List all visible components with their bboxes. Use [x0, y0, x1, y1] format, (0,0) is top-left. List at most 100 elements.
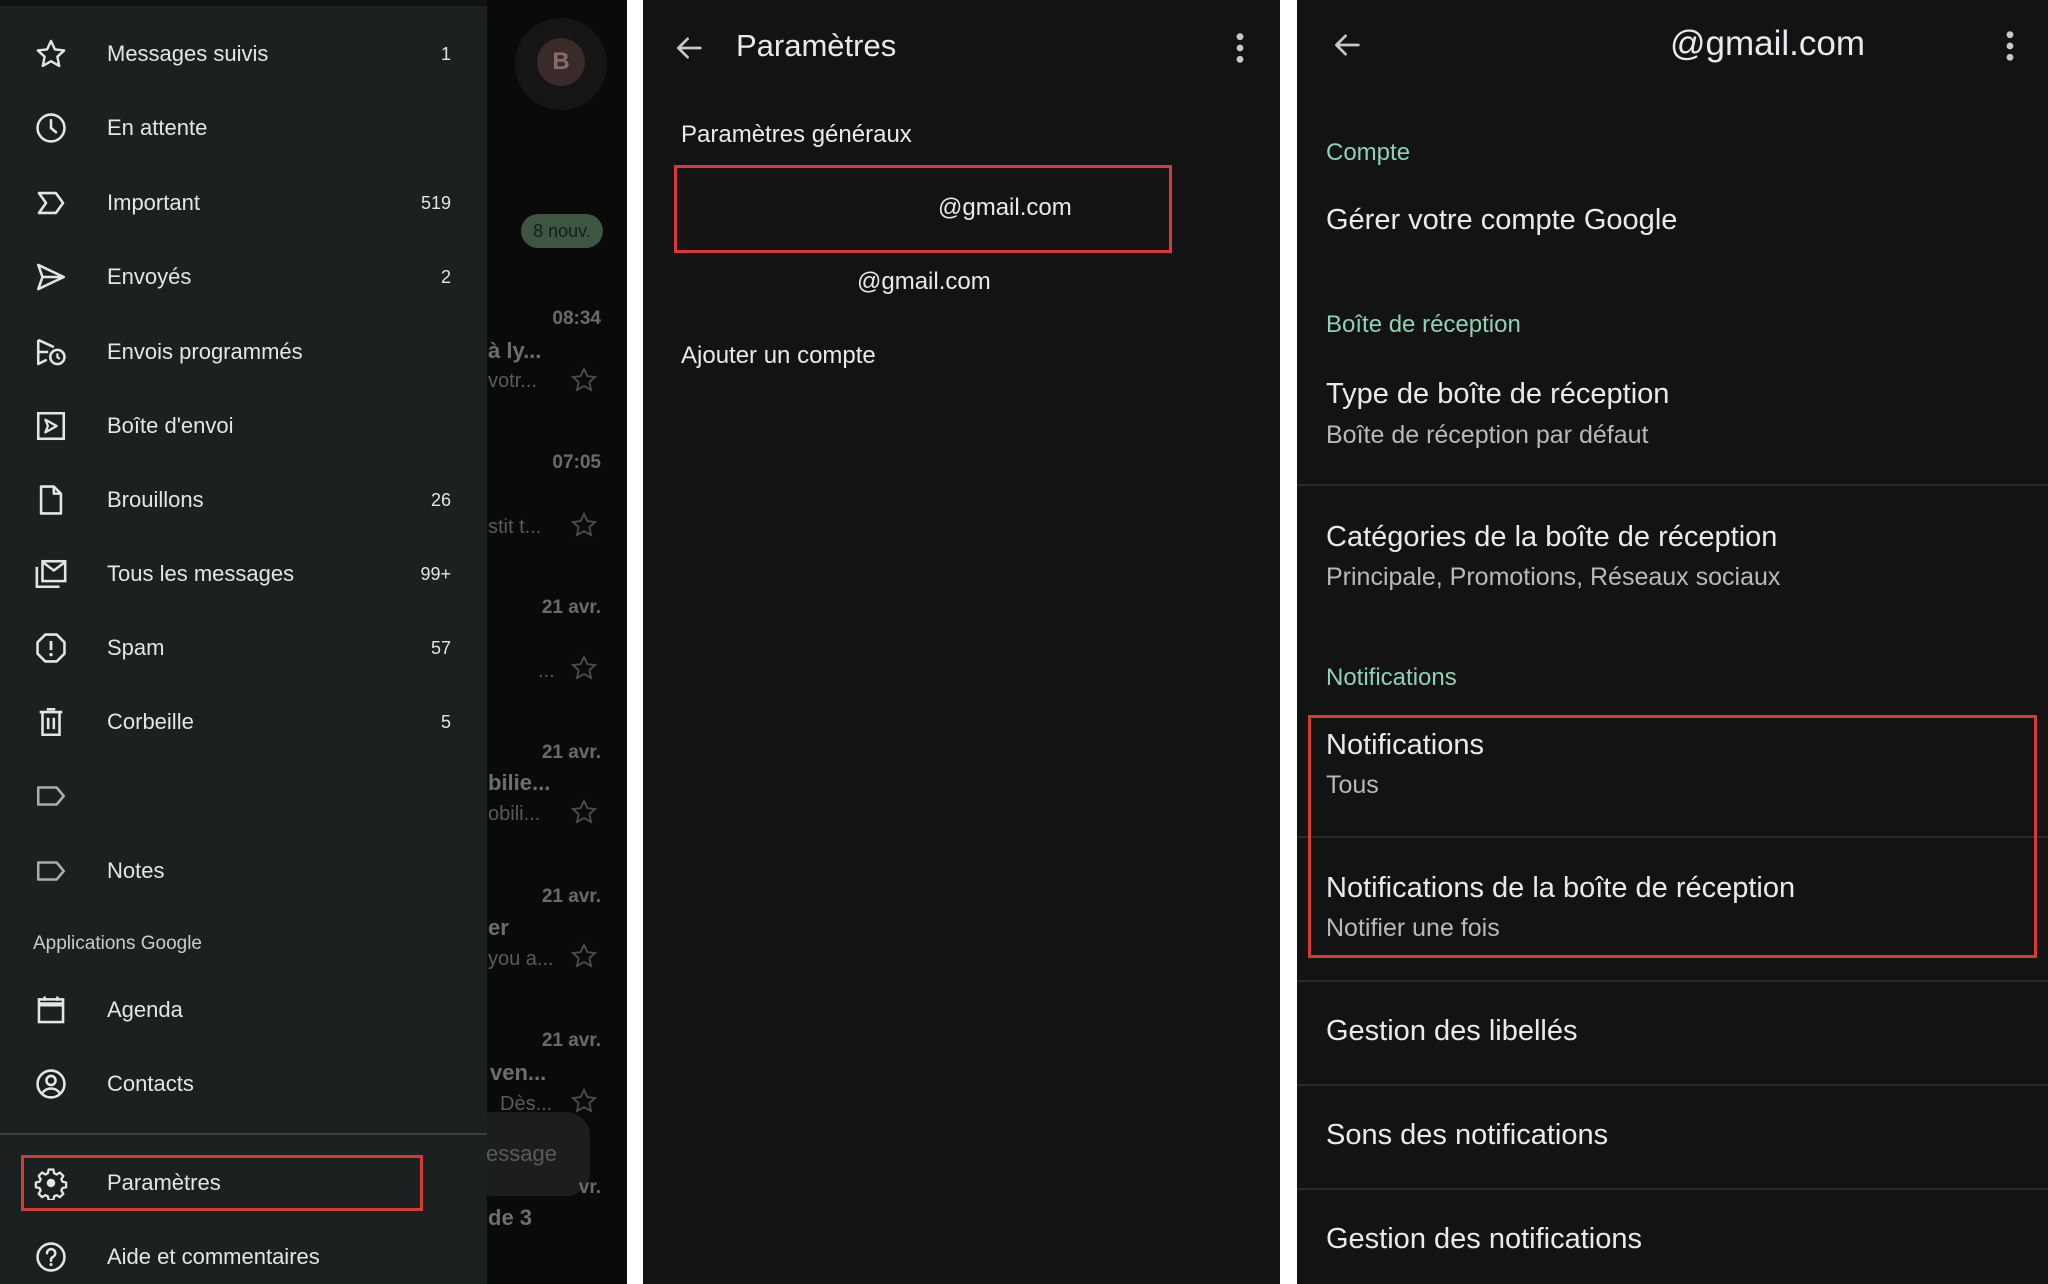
send-icon — [34, 260, 68, 294]
nav-item-sent[interactable]: Envoyés 2 — [0, 246, 487, 308]
email-time: 21 avr. — [541, 886, 601, 907]
more-options-icon[interactable] — [2005, 29, 2015, 63]
settings-screen: Paramètres Paramètres généraux @gmail.co… — [643, 0, 1280, 1284]
manage-google-account-item[interactable]: Gérer votre compte Google — [1326, 204, 1677, 237]
email-time: vr. — [578, 1177, 601, 1198]
star-icon[interactable] — [570, 1087, 598, 1115]
email-subject: de 3 — [488, 1205, 533, 1230]
compose-button[interactable]: essage — [470, 1112, 590, 1196]
spam-icon — [34, 631, 68, 665]
nav-label: Important — [107, 190, 200, 215]
status-bar — [0, 0, 487, 6]
label-management-item[interactable]: Gestion des libellés — [1326, 1015, 1577, 1048]
nav-item-drafts[interactable]: Brouillons 26 — [0, 469, 487, 531]
section-inbox: Boîte de réception — [1326, 311, 1521, 338]
email-time: 21 avr. — [541, 1030, 601, 1051]
inbox-backdrop[interactable] — [487, 0, 627, 1284]
navigation-drawer: Messages suivis 1 En attente Important 5… — [0, 0, 487, 1284]
nav-label: Agenda — [107, 997, 183, 1022]
setting-value: Principale, Promotions, Réseaux sociaux — [1326, 563, 1781, 591]
nav-item-help[interactable]: Aide et commentaires — [0, 1226, 487, 1284]
nav-count: 1 — [440, 43, 451, 64]
nav-item-spam[interactable]: Spam 57 — [0, 617, 487, 679]
account-settings-screen: @gmail.com Compte Gérer votre compte Goo… — [1297, 0, 2048, 1284]
nav-item-important[interactable]: Important 519 — [0, 172, 487, 234]
star-icon[interactable] — [570, 654, 598, 682]
nav-count: 99+ — [420, 563, 451, 584]
apps-section-heading: Applications Google — [33, 933, 202, 954]
nav-label: Aide et commentaires — [107, 1244, 320, 1269]
nav-item-trash[interactable]: Corbeille 5 — [0, 691, 487, 753]
nav-item-label[interactable] — [0, 765, 487, 827]
setting-title: Type de boîte de réception — [1326, 378, 1670, 410]
nav-item-scheduled[interactable]: Envois programmés — [0, 321, 487, 383]
email-time: 08:34 — [552, 308, 601, 329]
more-options-icon[interactable] — [1235, 31, 1245, 65]
nav-item-notes[interactable]: Notes — [0, 840, 487, 902]
divider — [1297, 484, 2048, 486]
page-title: Paramètres — [736, 28, 897, 63]
nav-label: Boîte d'envoi — [107, 413, 234, 438]
star-icon[interactable] — [570, 798, 598, 826]
star-icon[interactable] — [570, 366, 598, 394]
email-subject: er — [488, 915, 509, 940]
setting-title: Catégories de la boîte de réception — [1326, 521, 1778, 553]
divider — [1297, 1188, 2048, 1190]
back-arrow-icon[interactable] — [672, 31, 706, 65]
nav-item-outbox[interactable]: Boîte d'envoi — [0, 395, 487, 457]
email-snippet: votr... — [488, 370, 537, 392]
nav-item-starred[interactable]: Messages suivis 1 — [0, 23, 487, 85]
settings-highlight — [21, 1155, 423, 1211]
label-icon — [34, 779, 68, 813]
add-account-item[interactable]: Ajouter un compte — [681, 342, 876, 370]
notification-sounds-item[interactable]: Sons des notifications — [1326, 1119, 1608, 1152]
avatar[interactable]: B — [537, 38, 585, 86]
email-time: 07:05 — [552, 452, 601, 473]
divider — [1297, 980, 2048, 982]
draft-icon — [34, 483, 68, 517]
section-account: Compte — [1326, 139, 1411, 166]
notification-management-item[interactable]: Gestion des notifications — [1326, 1223, 1642, 1256]
nav-label: Envoyés — [107, 264, 192, 289]
help-icon — [34, 1240, 68, 1274]
nav-count: 519 — [420, 192, 451, 213]
notifications-highlight — [1308, 715, 2037, 958]
nav-item-calendar[interactable]: Agenda — [0, 979, 487, 1041]
scheduled-send-icon — [34, 335, 68, 369]
star-icon — [34, 37, 68, 71]
email-subject: bilie... — [488, 770, 551, 795]
nav-label: En attente — [107, 115, 208, 140]
nav-label: Tous les messages — [107, 561, 295, 586]
back-arrow-icon[interactable] — [1330, 28, 1364, 62]
nav-item-snoozed[interactable]: En attente — [0, 97, 487, 159]
nav-item-all-mail[interactable]: Tous les messages 99+ — [0, 543, 487, 605]
star-icon[interactable] — [570, 942, 598, 970]
calendar-icon — [34, 993, 68, 1027]
email-snippet: stit t... — [488, 516, 542, 538]
nav-label: Brouillons — [107, 487, 204, 512]
nav-item-contacts[interactable]: Contacts — [0, 1053, 487, 1115]
nav-count: 5 — [440, 711, 451, 732]
email-subject: ven... — [490, 1060, 547, 1085]
general-settings-item[interactable]: Paramètres généraux — [681, 121, 912, 149]
nav-label: Contacts — [107, 1071, 194, 1096]
nav-label: Spam — [107, 635, 165, 660]
all-mail-icon — [34, 557, 68, 591]
account-item[interactable]: @gmail.com — [857, 268, 991, 296]
page-title: @gmail.com — [1670, 24, 1866, 63]
gmail-drawer-screen: B 8 nouv. 08:34 à ly... votr... 07:05 st… — [0, 0, 627, 1284]
email-snippet: ... — [538, 660, 555, 682]
account-highlight — [674, 165, 1172, 253]
compose-label: essage — [486, 1141, 557, 1166]
email-subject: à ly... — [488, 338, 542, 363]
email-time: 21 avr. — [541, 742, 601, 763]
contacts-icon — [34, 1067, 68, 1101]
star-icon[interactable] — [570, 511, 598, 539]
nav-count: 57 — [430, 637, 451, 658]
section-notifications: Notifications — [1326, 664, 1457, 691]
trash-icon — [34, 705, 68, 739]
new-messages-pill[interactable]: 8 nouv. — [521, 214, 603, 248]
email-snippet: you a... — [488, 948, 554, 970]
outbox-icon — [34, 409, 68, 443]
drawer-divider — [0, 1133, 487, 1135]
